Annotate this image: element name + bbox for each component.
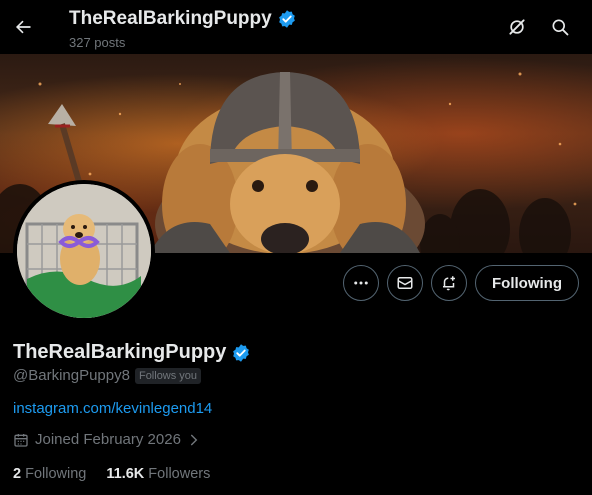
joined-date[interactable]: Joined February 2026 [13,431,201,448]
calendar-icon [14,433,28,447]
verified-badge-icon [278,10,295,28]
display-name: TheRealBarkingPuppy [13,341,227,363]
header-title: TheRealBarkingPuppy 327 posts [69,7,297,50]
arrow-left-icon [15,20,31,34]
back-button[interactable] [8,12,38,42]
profile-link[interactable]: instagram.com/kevinlegend14 [13,400,212,417]
followers-stat[interactable]: 11.6K Followers [106,466,210,482]
following-count: 2 [13,466,22,482]
handle-row: @BarkingPuppy8 Follows you [13,367,202,384]
grok-icon [509,19,525,35]
more-button[interactable] [343,265,379,301]
follow-stats: 2 Following 11.6K Followers [13,466,210,482]
avatar-image [17,184,151,318]
verified-badge-icon[interactable] [231,343,251,363]
chevron-right-icon [190,434,198,445]
search-button[interactable] [545,12,575,42]
grok-button[interactable] [502,12,532,42]
profile-avatar[interactable] [13,180,155,322]
post-count: 327 posts [69,35,126,50]
envelope-icon [397,277,413,289]
joined-text: Joined February 2026 [35,431,181,448]
following-stat[interactable]: 2 Following [13,466,86,482]
following-label: Following [25,466,87,482]
follows-you-badge: Follows you [134,367,202,384]
followers-count: 11.6K [106,466,145,482]
handle: @BarkingPuppy8 [13,367,130,384]
bell-plus-icon [443,276,455,291]
followers-label: Followers [148,466,211,482]
message-button[interactable] [387,265,423,301]
header-display-name: TheRealBarkingPuppy [69,8,272,29]
profile-header: TheRealBarkingPuppy 327 posts [0,0,592,54]
display-name-row: TheRealBarkingPuppy [13,341,251,364]
search-icon [552,19,569,36]
notifications-button[interactable] [431,265,467,301]
more-icon [354,281,368,285]
following-button[interactable]: Following [475,265,579,301]
